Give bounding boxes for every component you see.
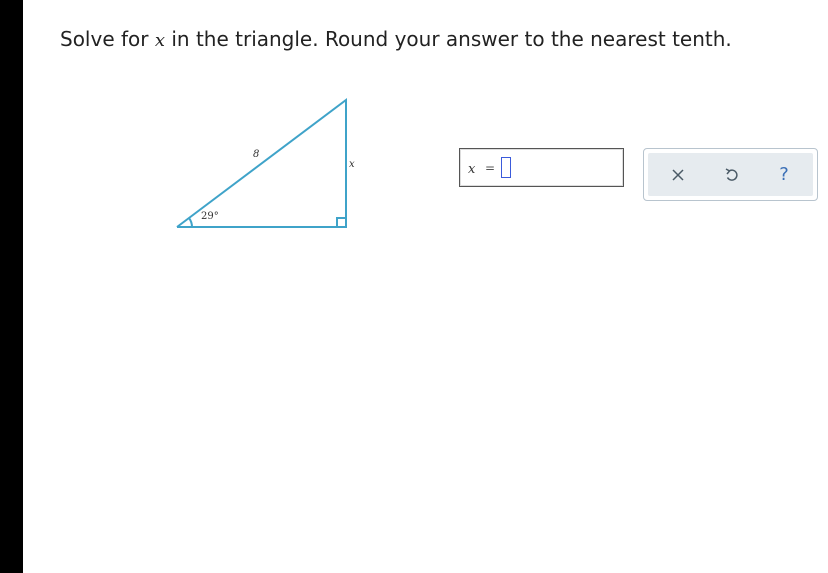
triangle-figure: 8 x 29° [176, 97, 355, 228]
side-x-label: x [349, 159, 355, 170]
answer-input[interactable] [501, 157, 511, 178]
close-icon [672, 168, 684, 181]
clear-button[interactable] [658, 153, 698, 196]
triangle-outline [176, 97, 347, 228]
answer-equals: = [485, 161, 496, 175]
undo-button[interactable] [711, 153, 751, 196]
left-sidebar-strip [0, 0, 23, 573]
angle-label: 29° [201, 211, 219, 222]
answer-variable: x [468, 162, 476, 177]
undo-icon [725, 167, 738, 181]
question-text: Solve for x in the triangle. Round your … [60, 27, 732, 51]
right-angle-marker [336, 217, 346, 227]
angle-arc [188, 217, 193, 228]
toolbar-inner: ? [648, 153, 813, 196]
question-suffix: in the triangle. Round your answer to th… [165, 27, 732, 51]
answer-box: x = [459, 148, 624, 187]
question-variable: x [154, 30, 165, 51]
hypotenuse-label: 8 [253, 149, 259, 160]
answer-toolbar: ? [643, 148, 818, 201]
help-button[interactable]: ? [764, 153, 804, 196]
question-prefix: Solve for [60, 27, 155, 51]
